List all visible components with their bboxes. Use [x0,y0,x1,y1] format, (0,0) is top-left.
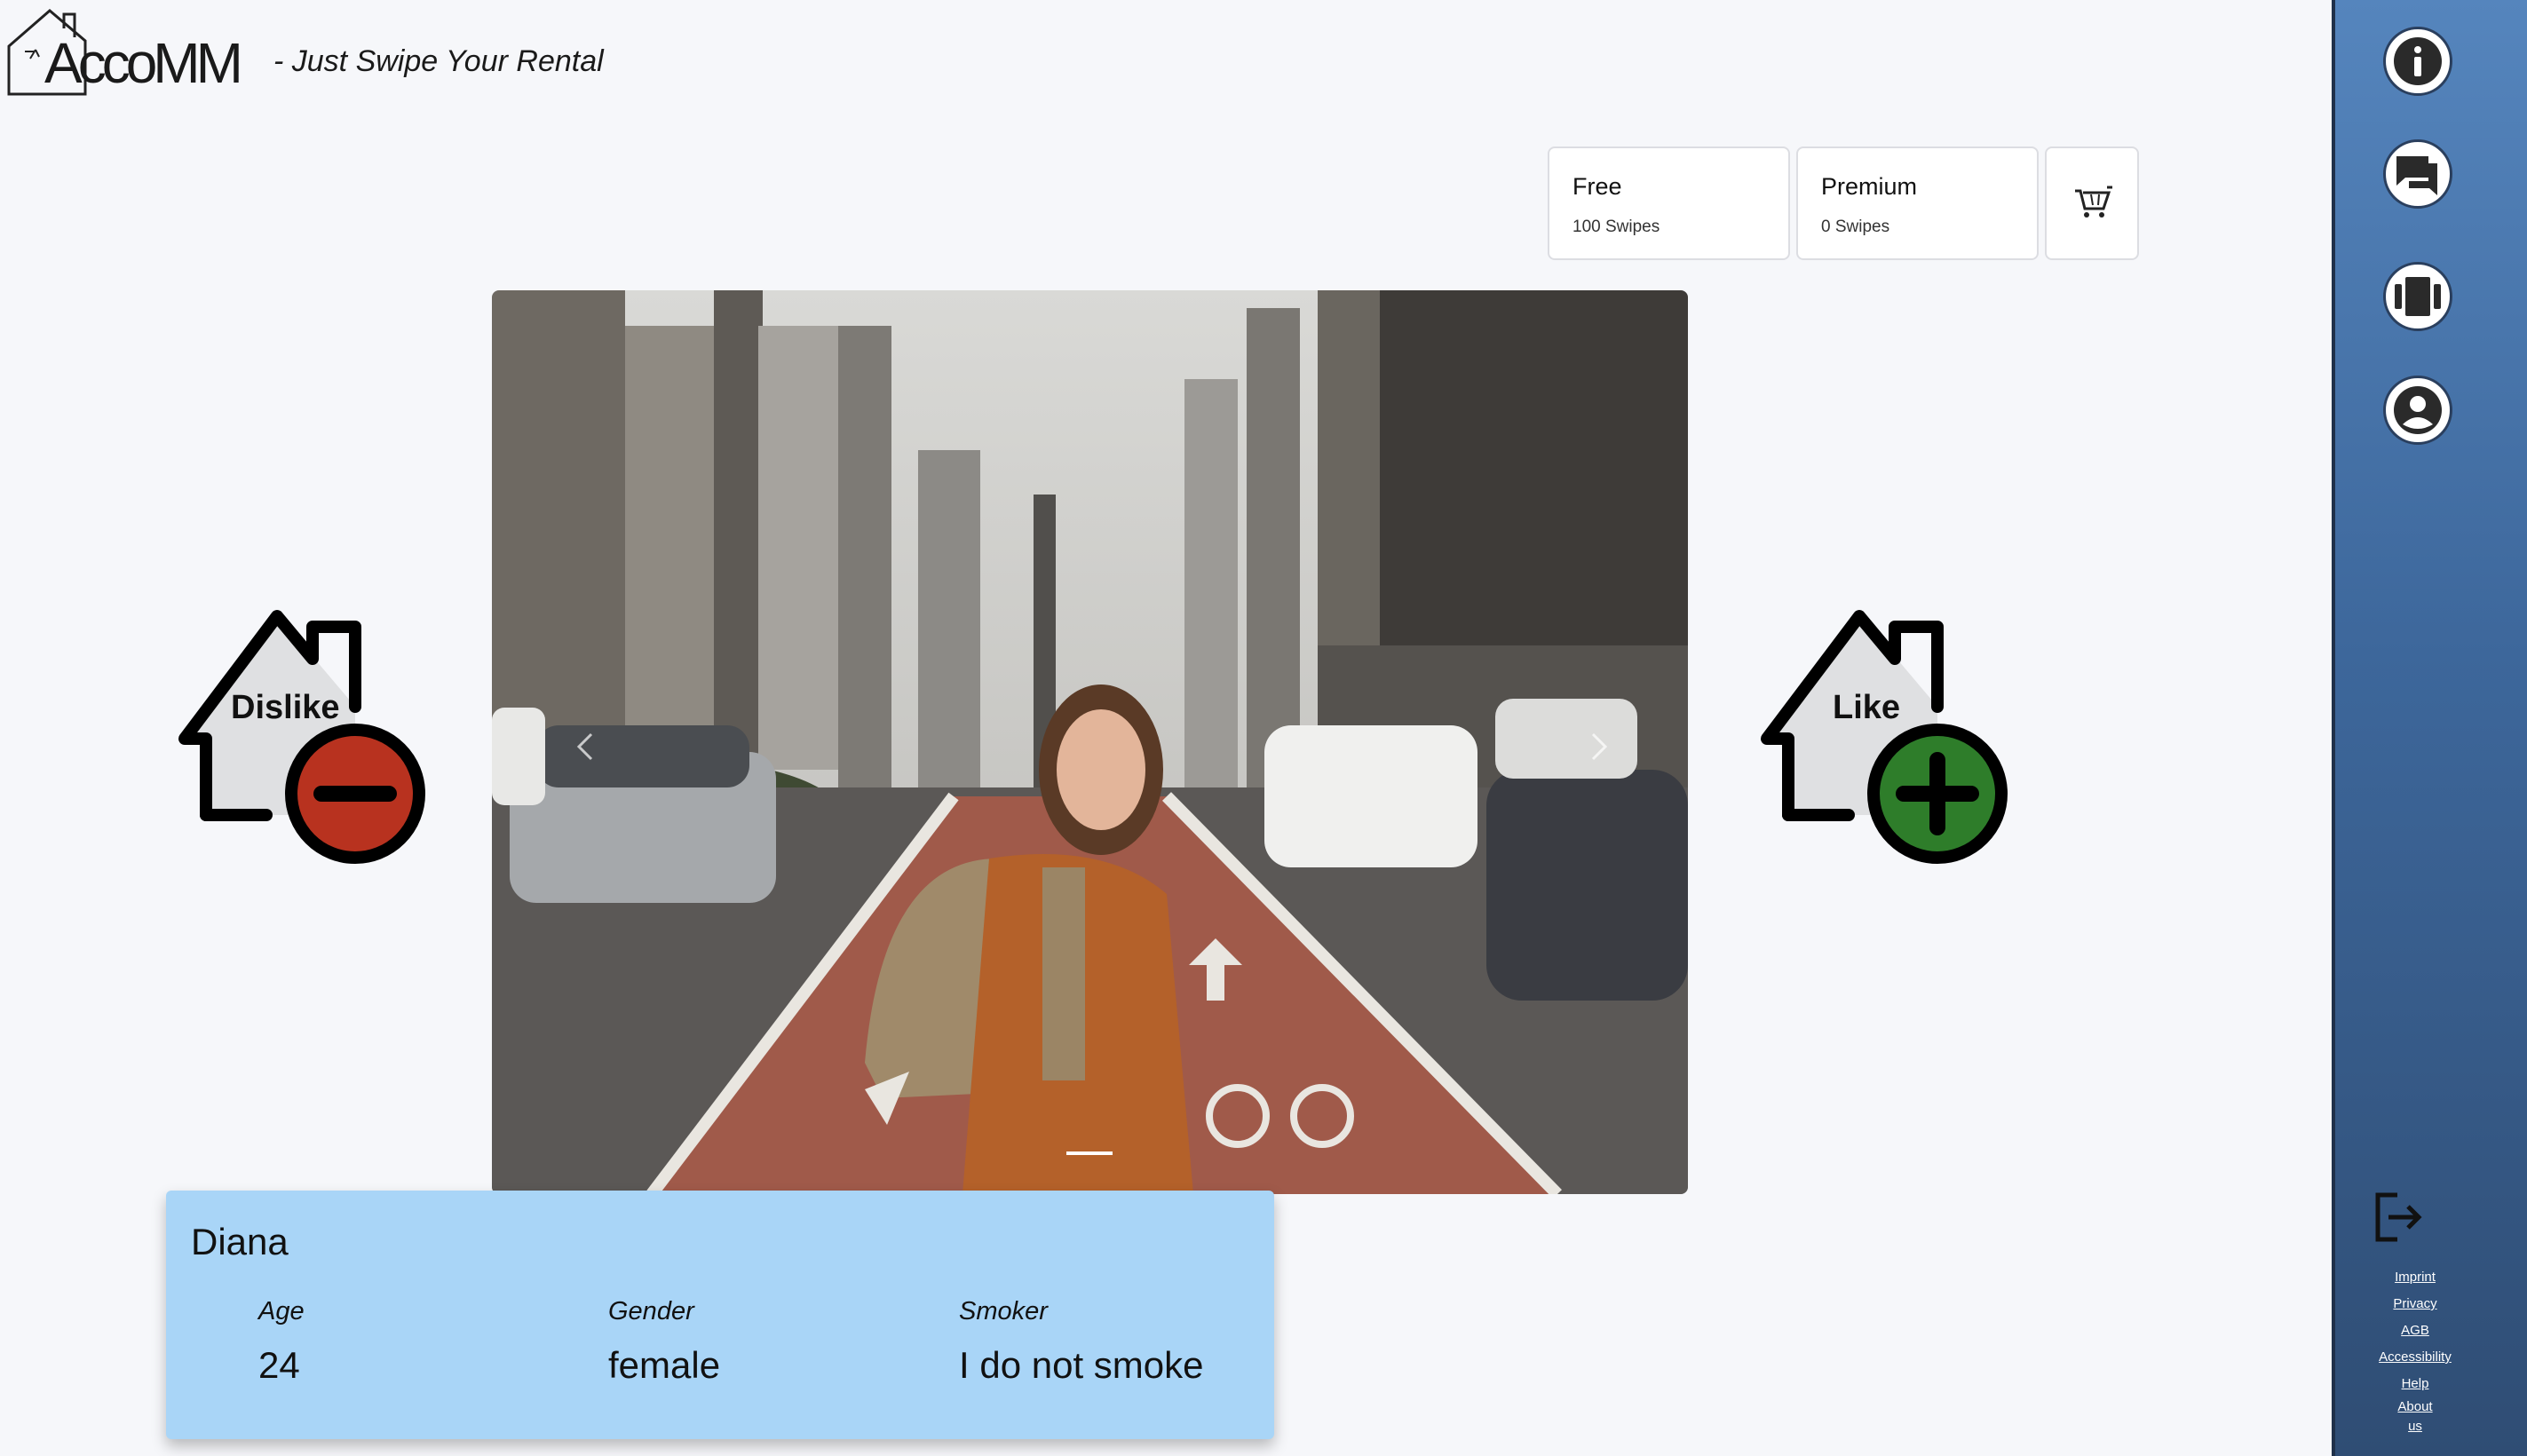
link-imprint[interactable]: Imprint [2335,1264,2495,1291]
swipe-view-icon [2395,277,2441,316]
field-gender: Gender female [608,1297,720,1387]
plan-swipes: 100 Swipes [1572,218,1660,236]
info-button[interactable] [2383,27,2452,96]
plan-swipes: 0 Swipes [1821,218,1890,236]
profile-icon [2394,386,2442,434]
like-label: Like [1833,689,1901,726]
profile-photo-image [492,290,1688,1194]
tagline: - Just Swipe Your Rental [273,44,604,78]
logo-wordmark: AccoMM [44,31,243,95]
profile-name: Diana [191,1221,289,1262]
logout-button[interactable] [2371,1190,2426,1245]
profile-button[interactable] [2383,376,2452,445]
field-label: Smoker [959,1297,1048,1325]
plan-free[interactable]: Free 100 Swipes [1548,146,1790,260]
info-icon [2394,37,2442,85]
plan-premium[interactable]: Premium 0 Swipes [1796,146,2039,260]
cart-icon [2075,186,2112,218]
dislike-label: Dislike [231,689,340,726]
chat-icon [2396,156,2437,195]
footer-links: Imprint Privacy AGB Accessibility Help A… [2335,1264,2495,1436]
logout-icon [2375,1192,2422,1242]
link-accessibility[interactable]: Accessibility [2335,1344,2495,1371]
field-label: Age [258,1297,305,1325]
chat-button[interactable] [2383,139,2452,209]
field-value: I do not smoke [959,1344,1204,1386]
cart-button[interactable] [2045,146,2139,260]
link-privacy[interactable]: Privacy [2335,1291,2495,1318]
link-agb[interactable]: AGB [2335,1318,2495,1344]
profile-info-card: Diana Age 24 Gender female Smoker I do n… [166,1191,1274,1439]
field-value: female [608,1344,721,1386]
profile-photo[interactable] [492,290,1688,1194]
house-dislike-icon [178,610,425,864]
plan-name: Premium [1821,173,1918,200]
field-value: 24 [258,1344,300,1386]
link-about-us[interactable]: About us [2397,1397,2433,1436]
like-button[interactable]: Like [1751,604,2017,870]
swipe-view-button[interactable] [2383,262,2452,331]
field-smoker: Smoker I do not smoke [959,1297,1203,1387]
field-label: Gender [608,1297,694,1325]
plan-name: Free [1572,173,1622,200]
carousel-indicator[interactable] [1066,1151,1113,1155]
field-age: Age 24 [258,1297,305,1387]
sidebar: Imprint Privacy AGB Accessibility Help A… [2332,0,2527,1456]
house-like-icon [1761,610,2008,864]
link-help[interactable]: Help [2335,1371,2495,1397]
app-logo[interactable]: AccoMM [5,5,245,98]
dislike-button[interactable]: Dislike [169,604,435,870]
